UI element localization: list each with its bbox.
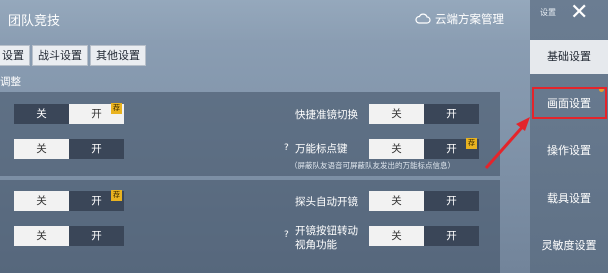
help-icon[interactable]: ?: [284, 230, 289, 240]
toggle-on-option[interactable]: 开: [424, 191, 479, 211]
recommend-badge: 荐: [111, 103, 122, 114]
cloud-icon: [415, 13, 431, 24]
settings-main-area: 团队竞技 云端方案管理 设置 战斗设置 其他设置 调整 关 开 荐 快捷准镜切换…: [0, 0, 530, 273]
cloud-plan-button[interactable]: 云端方案管理: [435, 11, 504, 27]
toggle-on-label: 开: [91, 108, 102, 120]
toggle-off-option[interactable]: 关: [369, 226, 424, 246]
toggle-row1-left[interactable]: 关 开 荐: [14, 103, 124, 124]
toggle-on-option[interactable]: 开: [424, 226, 479, 246]
header-bar: 团队竞技 云端方案管理: [0, 0, 530, 40]
tab-settings[interactable]: 设置: [0, 45, 30, 66]
universal-marker-key-label: 万能标点键: [295, 143, 348, 155]
toggle-off-option[interactable]: 关: [369, 104, 424, 124]
toggle-on-label: 开: [91, 195, 102, 207]
toggle-off-option[interactable]: 关: [369, 191, 424, 211]
tab-other-settings[interactable]: 其他设置: [90, 45, 146, 66]
toggle-off-option[interactable]: 关: [369, 139, 424, 159]
toggle-on-option[interactable]: 开: [69, 226, 124, 246]
toggle-off-option[interactable]: 关: [14, 226, 69, 246]
toggle-quick-scope-switch[interactable]: 关 开: [369, 104, 479, 124]
toggle-scope-button-rotate[interactable]: 关 开: [369, 226, 479, 246]
sidebar-item-basic-settings[interactable]: 基础设置: [530, 40, 608, 74]
highlight-box: [532, 87, 607, 119]
section-label: 调整: [0, 76, 21, 88]
scope-button-rotate-label-line2: 视角功能: [295, 239, 337, 251]
recommend-badge: 荐: [111, 190, 122, 201]
toggle-off-option[interactable]: 关: [14, 104, 69, 124]
toggle-on-option[interactable]: 开 荐: [69, 103, 124, 124]
toggle-universal-marker-key[interactable]: 关 开 荐: [369, 138, 479, 159]
settings-sidebar: 设置 ✕ 基础设置 画面设置 操作设置 载具设置 灵敏度设置: [530, 0, 608, 273]
toggle-peek-auto-scope[interactable]: 关 开: [369, 191, 479, 211]
quick-scope-switch-label: 快捷准镜切换: [295, 109, 358, 121]
toggle-row4-left[interactable]: 关 开: [14, 226, 124, 246]
scope-button-rotate-label-line1: 开镜按钮转动: [295, 225, 358, 237]
help-icon[interactable]: ?: [284, 143, 289, 153]
toggle-on-option[interactable]: 开: [69, 139, 124, 159]
toggle-on-option[interactable]: 开 荐: [69, 190, 124, 211]
close-icon[interactable]: ✕: [570, 2, 588, 24]
recommend-badge: 荐: [466, 138, 477, 149]
toggle-off-option[interactable]: 关: [14, 139, 69, 159]
marker-hint-text: （屏蔽队友语音可屏蔽队友发出的万能标点信息）: [290, 161, 455, 170]
toggle-off-option[interactable]: 关: [14, 191, 69, 211]
sidebar-item-sensitivity-settings[interactable]: 灵敏度设置: [530, 229, 608, 263]
mode-title: 团队竞技: [8, 14, 61, 29]
toggle-on-option[interactable]: 开 荐: [424, 138, 479, 159]
sidebar-item-controls-settings[interactable]: 操作设置: [530, 134, 608, 168]
tab-combat-settings[interactable]: 战斗设置: [32, 45, 88, 66]
toggle-on-option[interactable]: 开: [424, 104, 479, 124]
toggle-row2-left[interactable]: 关 开: [14, 139, 124, 159]
sidebar-item-vehicle-settings[interactable]: 载具设置: [530, 182, 608, 216]
toggle-row3-left[interactable]: 关 开 荐: [14, 190, 124, 211]
peek-auto-scope-label: 探头自动开镜: [295, 196, 358, 208]
settings-tabs: 设置 战斗设置 其他设置: [0, 45, 148, 67]
sidebar-header-label: 设置: [540, 8, 556, 17]
toggle-on-label: 开: [446, 143, 457, 155]
